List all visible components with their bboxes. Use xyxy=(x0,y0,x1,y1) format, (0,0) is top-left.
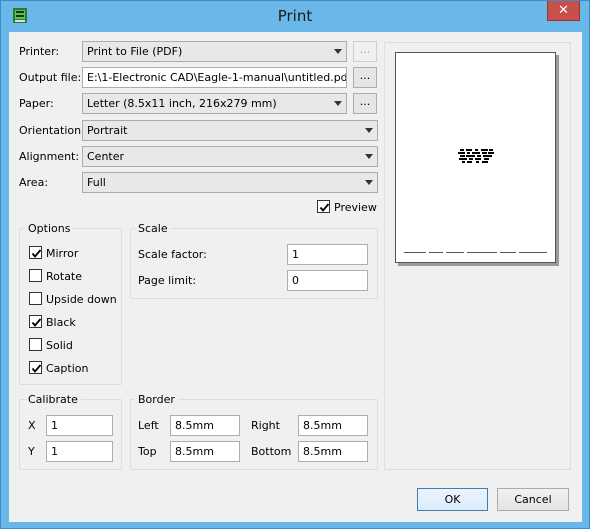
mirror-label[interactable]: Mirror xyxy=(46,247,78,260)
output-file-label: Output file: xyxy=(19,71,82,84)
caption-label[interactable]: Caption xyxy=(46,362,88,375)
chevron-down-icon xyxy=(334,49,342,54)
mirror-checkbox[interactable] xyxy=(29,246,42,259)
scale-factor-label: Scale factor: xyxy=(138,248,207,261)
border-left-label: Left xyxy=(138,419,159,432)
border-left-input[interactable]: 8.5mm xyxy=(170,415,240,436)
solid-label[interactable]: Solid xyxy=(46,339,73,352)
options-group-title: Options xyxy=(25,222,74,235)
chevron-down-icon xyxy=(365,154,373,159)
checkmark-icon xyxy=(319,203,330,212)
area-select-value: Full xyxy=(87,176,106,189)
printer-select[interactable]: Print to File (PDF) xyxy=(82,41,347,62)
ok-button[interactable]: OK xyxy=(417,488,488,511)
preview-checkbox[interactable] xyxy=(317,200,330,213)
black-checkbox[interactable] xyxy=(29,315,42,328)
paper-select[interactable]: Letter (8.5x11 inch, 216x279 mm) xyxy=(82,93,347,114)
checkmark-icon xyxy=(31,318,42,327)
printer-options-button[interactable]: ... xyxy=(353,41,377,62)
border-top-input[interactable]: 8.5mm xyxy=(170,441,240,462)
title-bar[interactable]: Print ✕ xyxy=(1,1,589,32)
paper-label: Paper: xyxy=(19,97,54,110)
calibrate-x-label: X xyxy=(28,419,36,432)
calibrate-y-input[interactable]: 1 xyxy=(46,441,113,462)
scale-group-title: Scale xyxy=(135,222,171,235)
cancel-button[interactable]: Cancel xyxy=(497,488,569,511)
orientation-select-value: Portrait xyxy=(87,124,128,137)
preview-page xyxy=(395,52,556,263)
orientation-label: Orientation: xyxy=(19,124,85,137)
output-file-field[interactable]: E:\1-Electronic CAD\Eagle-1-manual\untit… xyxy=(82,67,347,88)
alignment-label: Alignment: xyxy=(19,150,80,163)
upside-down-checkbox[interactable] xyxy=(29,292,42,305)
window-title: Print xyxy=(277,7,313,25)
calibrate-x-input[interactable]: 1 xyxy=(46,415,113,436)
border-bottom-label: Bottom xyxy=(251,445,292,458)
preview-label[interactable]: Preview xyxy=(334,201,377,214)
border-bottom-input[interactable]: 8.5mm xyxy=(298,441,368,462)
calibrate-group-title: Calibrate xyxy=(25,393,81,406)
solid-checkbox[interactable] xyxy=(29,338,42,351)
area-select[interactable]: Full xyxy=(82,172,378,193)
alignment-select-value: Center xyxy=(87,150,125,163)
calibrate-y-label: Y xyxy=(28,445,35,458)
alignment-select[interactable]: Center xyxy=(82,146,378,167)
preview-page-content xyxy=(404,149,547,253)
chevron-down-icon xyxy=(365,128,373,133)
upside-down-label[interactable]: Upside down xyxy=(46,293,117,306)
chevron-down-icon xyxy=(365,180,373,185)
paper-options-button[interactable]: ... xyxy=(353,93,377,114)
close-button[interactable]: ✕ xyxy=(547,1,580,21)
border-top-label: Top xyxy=(138,445,157,458)
chevron-down-icon xyxy=(334,101,342,106)
printer-select-value: Print to File (PDF) xyxy=(87,45,183,58)
checkmark-icon xyxy=(31,249,42,258)
printer-label: Printer: xyxy=(19,45,60,58)
rotate-checkbox[interactable] xyxy=(29,269,42,282)
border-right-input[interactable]: 8.5mm xyxy=(298,415,368,436)
checkmark-icon xyxy=(31,364,42,373)
page-limit-label: Page limit: xyxy=(138,274,197,287)
area-label: Area: xyxy=(19,176,49,189)
caption-checkbox[interactable] xyxy=(29,361,42,374)
border-right-label: Right xyxy=(251,419,280,432)
black-label[interactable]: Black xyxy=(46,316,76,329)
orientation-select[interactable]: Portrait xyxy=(82,120,378,141)
page-limit-input[interactable]: 0 xyxy=(287,270,368,291)
border-group-title: Border xyxy=(135,393,178,406)
rotate-label[interactable]: Rotate xyxy=(46,270,82,283)
scale-factor-input[interactable]: 1 xyxy=(287,244,368,265)
paper-select-value: Letter (8.5x11 inch, 216x279 mm) xyxy=(87,97,277,110)
browse-file-button[interactable]: ... xyxy=(353,67,377,88)
